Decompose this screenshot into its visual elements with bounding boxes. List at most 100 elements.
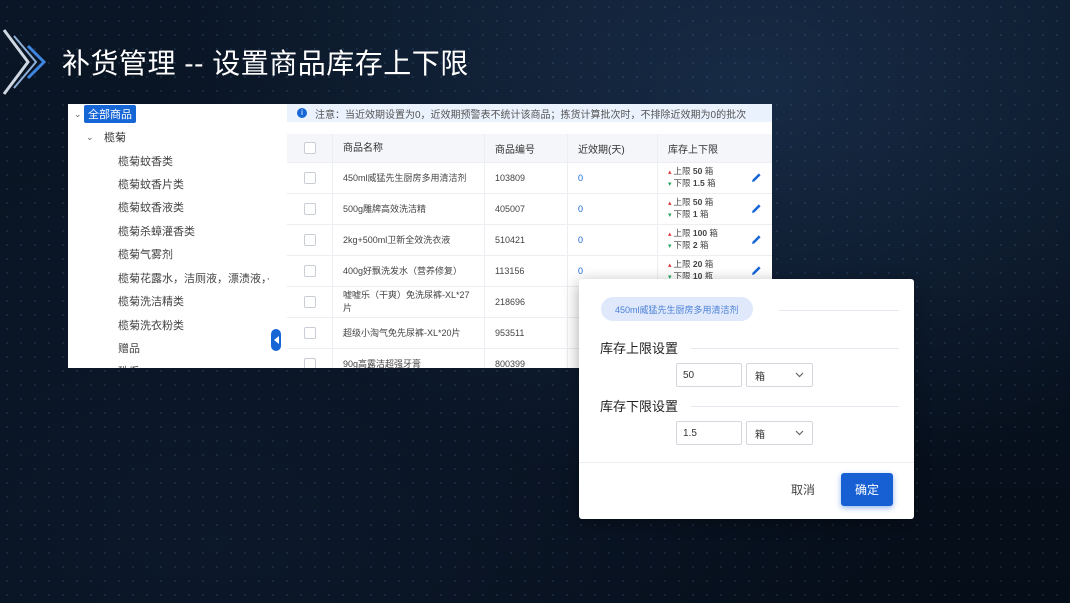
footer-divider (579, 462, 914, 463)
expiry-value[interactable]: 0 (578, 173, 583, 183)
lower-limit-input[interactable]: 1.5 (676, 421, 742, 445)
header-limits: 库存上下限 (668, 144, 718, 156)
caret-down-icon[interactable]: ⌄ (86, 132, 104, 143)
expiry-value[interactable]: 0 (578, 266, 583, 276)
cancel-button[interactable]: 取消 (791, 481, 815, 498)
divider (691, 348, 899, 349)
product-code: 405007 (485, 194, 568, 224)
confirm-button[interactable]: 确定 (841, 473, 893, 506)
tree-leaf[interactable]: 榄菊杀蟑灌香类 (118, 223, 278, 239)
tree-leaf[interactable]: 榄菊蚊香片类 (118, 176, 278, 192)
upper-limit: 上限 20 箱 (668, 259, 713, 271)
stock-limits: 上限 100 箱下限 2 箱 (658, 225, 772, 255)
header-code: 商品编号 (485, 134, 568, 162)
collapse-left-icon[interactable] (271, 329, 281, 351)
upper-limit-value: 100 (692, 228, 708, 238)
upper-limit-label: 上限 (673, 166, 691, 176)
header-name: 商品名称 (333, 134, 485, 162)
upper-unit-value: 箱 (755, 371, 765, 383)
tree-leaf[interactable]: 榄菊气雾剂 (118, 246, 278, 262)
info-icon: i (297, 108, 307, 118)
lower-limit-label: 下限 (673, 240, 691, 250)
tree-leaf[interactable]: 珠系 (118, 363, 278, 368)
upper-limit: 上限 50 箱 (668, 197, 713, 209)
lower-limit-label: 下限 (673, 178, 691, 188)
row-checkbox[interactable] (303, 265, 316, 277)
upper-limit-unit: 箱 (709, 228, 718, 238)
row-select-cell (287, 256, 333, 286)
upper-limit-input[interactable]: 50 (676, 363, 742, 387)
tree-leaf[interactable]: 赠品 (118, 340, 278, 356)
stock-limits: 上限 50 箱下限 1 箱 (658, 194, 772, 224)
tree-leaf[interactable]: 榄菊花露水，洁厕液，漂渍液，· (118, 270, 278, 286)
lower-limit: 下限 2 箱 (668, 240, 718, 252)
limit-values: 上限 100 箱下限 2 箱 (668, 228, 718, 252)
product-name: 嘘嘘乐（干爽）免洗尿裤-XL*27片 (333, 287, 485, 317)
lower-unit-value: 箱 (755, 429, 765, 441)
stock-limit-dialog: 450ml威猛先生厨房多用清洁剂 库存上限设置 50 箱 库存下限设置 1.5 … (579, 279, 914, 519)
tree-leaf[interactable]: 榄菊洗洁精类 (118, 293, 278, 309)
tree-leaf[interactable]: 榄菊蚊香液类 (118, 199, 278, 215)
lower-limit-label: 下限 (673, 209, 691, 219)
expiry-days: 0 (568, 163, 658, 193)
divider (691, 406, 899, 407)
row-checkbox[interactable] (303, 234, 316, 246)
lower-limit-label: 库存下限设置 (600, 399, 679, 414)
row-select-cell (287, 349, 333, 368)
lower-limit: 下限 1 箱 (668, 209, 713, 221)
tree-leaf[interactable]: 榄菊洗衣粉类 (118, 317, 278, 333)
product-name: 90g高露洁超强牙膏 (333, 349, 485, 368)
row-checkbox[interactable] (303, 203, 316, 215)
upper-limit: 上限 50 箱 (668, 166, 716, 178)
expiry-value[interactable]: 0 (578, 235, 583, 245)
chevron-right-icon (2, 29, 47, 95)
expiry-value[interactable]: 0 (578, 204, 583, 214)
tree-node-brand[interactable]: ⌄ 榄菊 (86, 129, 126, 145)
category-tree: ⌄ 全部商品 ⌄ 榄菊 榄菊蚊香类 榄菊蚊香片类 榄菊蚊香液类 榄菊杀蟑灌香类 … (68, 104, 285, 368)
upper-limit: 上限 100 箱 (668, 228, 718, 240)
tree-root-label[interactable]: 全部商品 (84, 105, 136, 123)
edit-icon[interactable] (751, 172, 762, 183)
tree-leaf[interactable]: 榄菊蚊香类 (118, 153, 278, 169)
edit-icon[interactable] (751, 265, 762, 276)
tree-node-label[interactable]: 榄菊 (104, 129, 126, 145)
lower-limit-value: 1.5 (692, 178, 705, 188)
lower-limit-value: 2 (692, 240, 698, 250)
lower-limit-unit: 箱 (699, 240, 709, 250)
product-code: 113156 (485, 256, 568, 286)
table-row[interactable]: 450ml威猛先生厨房多用清洁剂1038090上限 50 箱下限 1.5 箱 (287, 163, 772, 194)
product-code: 103809 (485, 163, 568, 193)
lower-limit: 下限 1.5 箱 (668, 178, 715, 190)
row-select-cell (287, 225, 333, 255)
row-checkbox[interactable] (303, 296, 316, 308)
upper-unit-select[interactable]: 箱 (746, 363, 813, 387)
row-checkbox[interactable] (303, 172, 316, 184)
limit-values: 上限 50 箱下限 1.5 箱 (668, 166, 716, 190)
upper-limit-value: 50 (692, 197, 703, 207)
select-all-checkbox[interactable] (303, 142, 316, 154)
upper-limit-label: 上限 (673, 259, 691, 269)
upper-limit-value: 50 (692, 166, 703, 176)
row-checkbox[interactable] (303, 358, 316, 368)
edit-icon[interactable] (751, 234, 762, 245)
caret-down-icon[interactable]: ⌄ (74, 109, 84, 120)
row-select-cell (287, 287, 333, 317)
product-name: 500g雕牌高效洗洁精 (333, 194, 485, 224)
upper-limit-unit: 箱 (704, 166, 714, 176)
table-row[interactable]: 500g雕牌高效洗洁精405007 0 上限 50 箱下限 1 箱 (287, 194, 772, 225)
upper-limit-unit: 箱 (704, 197, 714, 207)
edit-icon[interactable] (751, 203, 762, 214)
tree-root[interactable]: ⌄ 全部商品 (74, 105, 136, 123)
table-header: 商品名称 商品编号 近效期(天) 库存上下限 (287, 134, 772, 163)
limit-values: 上限 50 箱下限 1 箱 (668, 197, 713, 221)
select-all-cell (287, 134, 333, 162)
row-checkbox[interactable] (303, 327, 316, 339)
upper-limit-label: 上限 (673, 197, 691, 207)
table-row[interactable]: 2kg+500ml卫新全效洗衣液510421 0 上限 100 箱下限 2 箱 (287, 225, 772, 256)
product-code: 218696 (485, 287, 568, 317)
row-select-cell (287, 318, 333, 348)
expiry-days: 0 (568, 225, 658, 255)
lower-unit-select[interactable]: 箱 (746, 421, 813, 445)
product-name: 400g好飘洗发水（营养修复） (333, 256, 485, 286)
divider (779, 310, 899, 311)
